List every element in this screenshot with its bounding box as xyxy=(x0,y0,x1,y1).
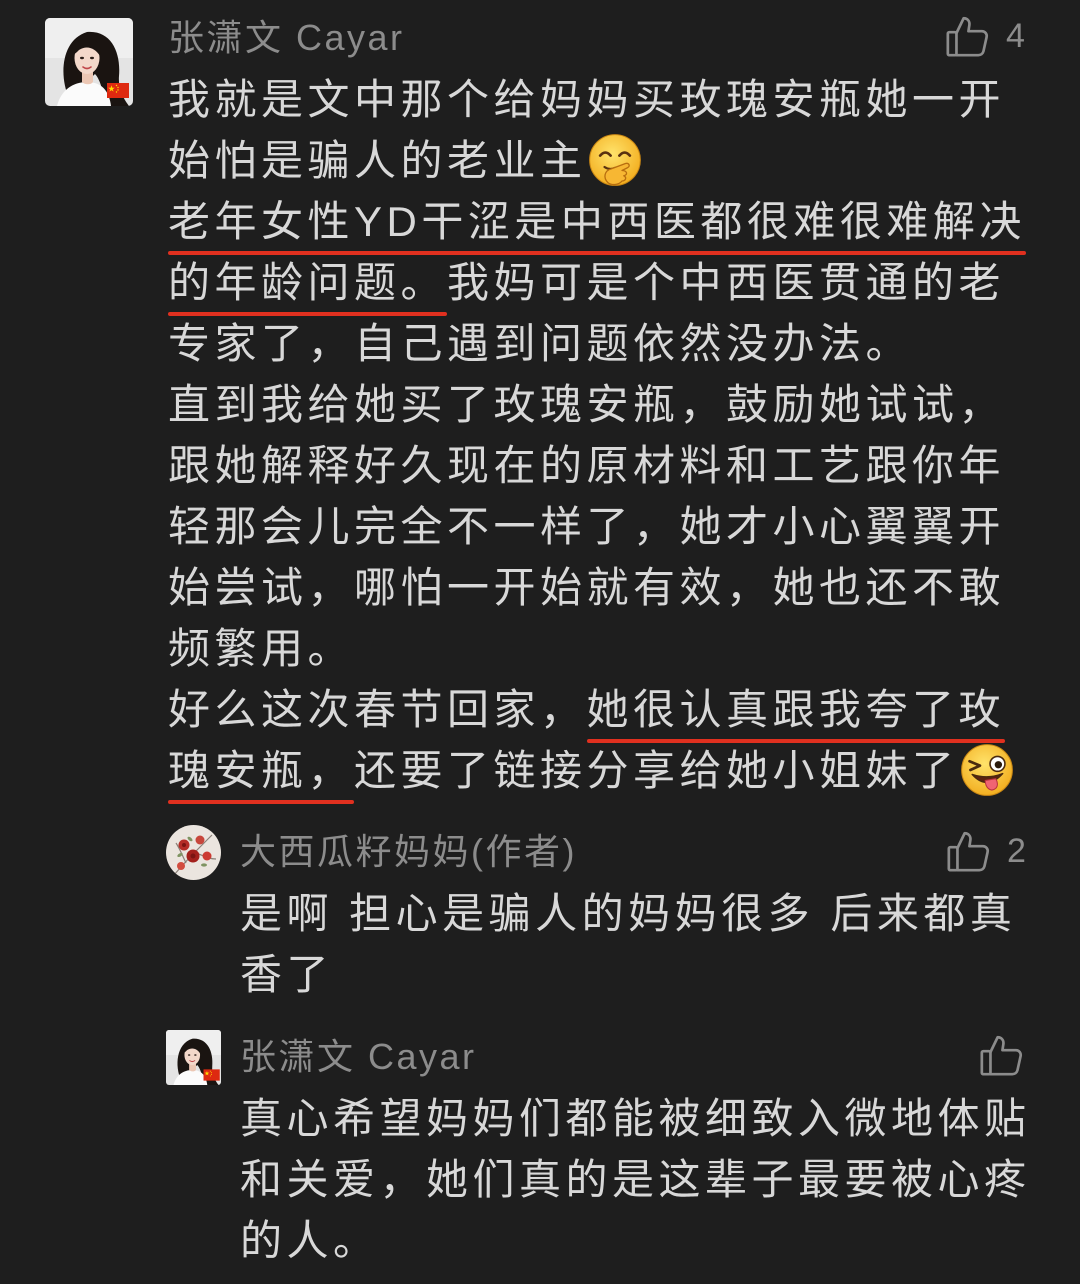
thumbs-up-icon[interactable] xyxy=(978,1032,1024,1078)
comment-body: 我就是文中那个给妈妈买玫瑰安瓶她一开 始怕是骗人的老业主 老年女性YD干涩是中西… xyxy=(168,69,1026,804)
comment-text: 好么这次春节回家， xyxy=(168,686,587,733)
comment-text: 我妈可是个中西医贯通的老 xyxy=(447,259,1006,306)
china-flag-icon xyxy=(107,83,129,98)
comment-text: 始尝试，哪怕一开始就有效，她也还不敢 xyxy=(168,564,1006,611)
comment-text: 频繁用。 xyxy=(168,625,355,672)
comment-line: 直到我给她买了玫瑰安瓶，鼓励她试试， xyxy=(168,374,1026,435)
comment-text: 始怕是骗人的老业主 xyxy=(168,137,587,184)
comment-line: 始尝试，哪怕一开始就有效，她也还不敢 xyxy=(168,557,1026,618)
reply-line: 和关爱，她们真的是这辈子最要被心疼 xyxy=(240,1156,1031,1203)
reply-line: 的人。 xyxy=(240,1217,380,1264)
comment-line: 老年女性YD干涩是中西医都很难很难解决 xyxy=(168,191,1026,255)
comment-line: 的年龄问题。我妈可是个中西医贯通的老 xyxy=(168,252,1026,316)
comment-text: 直到我给她买了玫瑰安瓶，鼓励她试试， xyxy=(168,381,1006,428)
like-button[interactable]: 4 xyxy=(944,13,1025,59)
comment-text: 专家了，自己遇到问题依然没办法。 xyxy=(168,320,913,367)
avatar[interactable] xyxy=(45,18,133,106)
like-count: 2 xyxy=(1007,832,1026,870)
comment-line: 专家了，自己遇到问题依然没办法。 xyxy=(168,313,1026,374)
author-name[interactable]: 张潇文 Cayar xyxy=(240,1035,477,1079)
thumbs-up-icon[interactable] xyxy=(944,13,990,59)
comment-line: 频繁用。 xyxy=(168,618,1026,679)
reply-line: 是啊 担心是骗人的妈妈很多 后来都真 xyxy=(240,890,1017,937)
user-photo xyxy=(166,1030,221,1085)
comment-text: 跟她解释好久现在的原材料和工艺跟你年 xyxy=(168,442,1006,489)
comment-line: 瑰安瓶，还要了链接分享给她小姐妹了 xyxy=(168,740,1026,804)
highlighted-text: 的年龄问题。 xyxy=(168,252,448,316)
like-button[interactable] xyxy=(978,1032,1024,1078)
reply-body: 是啊 担心是骗人的妈妈很多 后来都真 香了 xyxy=(240,883,1016,1005)
reply-body: 真心希望妈妈们都能被细致入微地体贴 和关爱，她们真的是这辈子最要被心疼 的人。 xyxy=(240,1088,1031,1271)
avatar[interactable] xyxy=(166,825,221,880)
like-button[interactable]: 2 xyxy=(945,828,1026,874)
avatar[interactable] xyxy=(166,1030,221,1085)
face-with-hand-over-mouth-emoji xyxy=(587,132,643,188)
thumbs-up-icon[interactable] xyxy=(945,828,991,874)
reply-line: 真心希望妈妈们都能被细致入微地体贴 xyxy=(240,1095,1031,1142)
highlighted-text: 老年女性YD干涩是中西医都很难很难解决 xyxy=(168,191,1026,255)
comment-line: 我就是文中那个给妈妈买玫瑰安瓶她一开 xyxy=(168,69,1026,130)
winking-face-with-tongue-emoji xyxy=(959,742,1015,798)
china-flag-icon xyxy=(203,1069,220,1081)
author-name[interactable]: 大西瓜籽妈妈(作者) xyxy=(240,830,577,874)
flower-photo xyxy=(166,825,221,880)
comment-line: 轻那会儿完全不一样了，她才小心翼翼开 xyxy=(168,496,1026,557)
highlighted-text: 瑰安瓶， xyxy=(168,740,355,804)
comment-text: 还要了链接分享给她小姐妹了 xyxy=(354,747,959,794)
comment-text: 轻那会儿完全不一样了，她才小心翼翼开 xyxy=(168,503,1006,550)
highlighted-text: 她很认真跟我夸了玫 xyxy=(586,679,1006,743)
comment-line: 始怕是骗人的老业主 xyxy=(168,130,1026,191)
comment-line: 跟她解释好久现在的原材料和工艺跟你年 xyxy=(168,435,1026,496)
like-count: 4 xyxy=(1006,17,1025,55)
comment-line: 好么这次春节回家，她很认真跟我夸了玫 xyxy=(168,679,1026,743)
user-photo xyxy=(45,18,133,106)
author-name[interactable]: 张潇文 Cayar xyxy=(168,16,405,60)
comment-text: 我就是文中那个给妈妈买玫瑰安瓶她一开 xyxy=(168,76,1006,123)
reply-line: 香了 xyxy=(240,951,334,998)
